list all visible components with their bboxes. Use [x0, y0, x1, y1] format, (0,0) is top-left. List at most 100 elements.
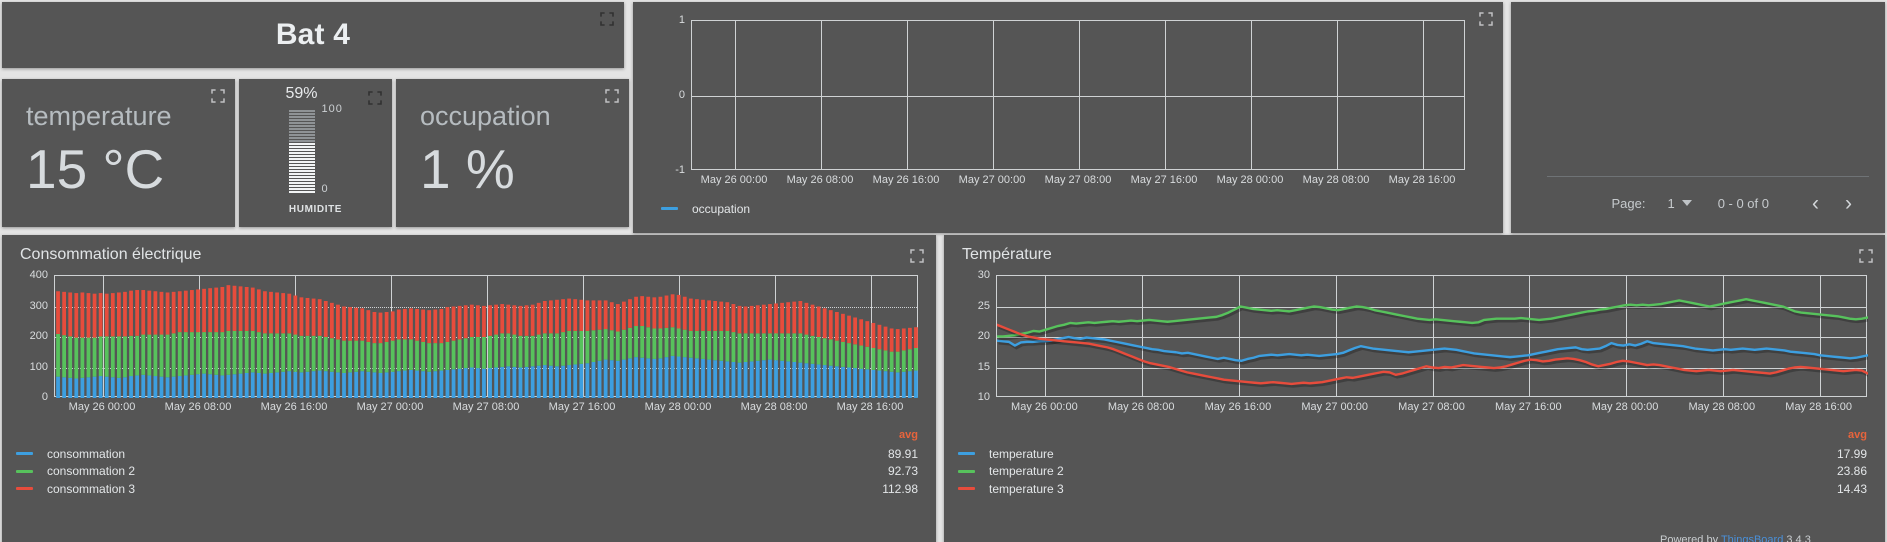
legend-color-swatch — [16, 452, 33, 456]
humidity-bar-segment — [288, 170, 315, 172]
humidity-bar-segment — [288, 167, 315, 169]
legend-color-swatch — [958, 452, 975, 456]
humidity-bar-segment — [288, 125, 315, 127]
legend-series-name: consommation 3 — [47, 481, 136, 496]
legend-color-swatch — [16, 487, 33, 491]
chart-xtick: May 27 16:00 — [1130, 174, 1198, 186]
prev-page-icon[interactable]: ‹ — [1799, 193, 1832, 214]
chart-xtick: May 27 16:00 — [1494, 401, 1562, 413]
legend-item[interactable]: temperature 17.99 — [958, 445, 1871, 463]
humidity-bar-segment — [288, 185, 315, 187]
legend-series-avg: 89.91 — [887, 446, 918, 461]
chart-temperature: 30 25 20 15 10 — [960, 269, 1869, 403]
chart-consommation-xaxis: May 26 00:00 May 26 08:00 May 26 16:00 May … — [54, 401, 918, 415]
legend-item[interactable]: consommation 2 92.73 — [16, 463, 922, 481]
chart-yaxis: 1 0 -1 — [655, 14, 691, 176]
legend-item[interactable]: occupation — [661, 200, 1483, 218]
chart-occupation-xaxis: May 26 00:00 May 26 08:00 May 26 16:00 May … — [691, 174, 1465, 188]
humidity-bar-segment — [288, 134, 315, 136]
legend-color-swatch — [958, 487, 975, 491]
panel-title-bat4: Bat 4 — [2, 2, 624, 68]
humidity-bar-segment — [288, 179, 315, 181]
expand-icon[interactable] — [1479, 12, 1493, 26]
panel-occupation-timeseries: 1 0 -1 May 26 00:00 May 26 08:00 May 26 16:0… — [633, 2, 1503, 233]
chart-xtick: May 27 08:00 — [1044, 174, 1112, 186]
humidity-bar-segment — [288, 119, 315, 121]
chart-xtick: May 28 00:00 — [1216, 174, 1284, 186]
chart-ytick: 1 — [678, 14, 685, 26]
chart-ytick: 15 — [977, 360, 990, 373]
chart-xtick: May 28 16:00 — [1785, 401, 1852, 413]
humidity-bar-gauge — [288, 107, 315, 193]
humidity-bar-segment — [288, 128, 315, 130]
expand-icon[interactable] — [368, 91, 382, 105]
divider — [1547, 176, 1869, 177]
chart-xtick: May 27 00:00 — [356, 401, 424, 413]
humidity-bar-segment — [288, 164, 315, 166]
legend-series-name: temperature 3 — [989, 481, 1064, 496]
chart-ytick: 0 — [678, 89, 685, 101]
expand-icon[interactable] — [211, 89, 225, 103]
chart-plot-area — [692, 21, 1466, 171]
legend-series-avg: 23.86 — [1836, 464, 1867, 479]
expand-icon[interactable] — [600, 12, 614, 26]
chart-ytick: 0 — [41, 391, 48, 403]
chart-xtick: May 28 00:00 — [644, 401, 712, 413]
chart-xtick: May 28 16:00 — [836, 401, 904, 413]
legend-series-avg: 17.99 — [1836, 446, 1867, 461]
legend-stat-header: avg — [1848, 429, 1867, 441]
humidity-percent-label: 59% — [285, 85, 318, 102]
chart-xtick: May 27 08:00 — [1398, 401, 1465, 413]
legend-stat-header: avg — [899, 429, 918, 441]
humidity-bar-segment — [288, 113, 315, 115]
expand-icon[interactable] — [1859, 249, 1873, 263]
chart-occupation-legend: occupation — [661, 200, 1483, 218]
humidity-bar-segment — [288, 173, 315, 175]
chart-xtick: May 28 00:00 — [1591, 401, 1659, 413]
expand-icon[interactable] — [605, 89, 619, 103]
page-select-value: 1 — [1667, 195, 1675, 211]
chart-consommation-legend: avg consommation 89.91 consommation 2 92.73 c… — [16, 429, 922, 498]
chart-xtick: May 28 08:00 — [740, 401, 808, 413]
chart-xtick: May 28 16:00 — [1388, 174, 1456, 186]
page-title: Bat 4 — [275, 18, 351, 51]
legend-series-avg: 14.43 — [1836, 481, 1867, 496]
chart-temperature-legend: avg temperature 17.99 temperature 2 23.86 tem… — [958, 429, 1871, 498]
powered-by-note: Powered by ThingsBoard 3.4.3 — [1660, 534, 1811, 542]
humidity-bar-segment — [288, 116, 315, 118]
legend-item[interactable]: temperature 2 23.86 — [958, 463, 1871, 481]
chart-xtick: May 26 00:00 — [700, 174, 768, 186]
humidity-bar-segment — [288, 182, 315, 184]
chart-ytick: 25 — [977, 299, 990, 312]
chart-ytick: 30 — [977, 269, 990, 281]
thingsboard-link[interactable]: ThingsBoard — [1721, 534, 1783, 542]
chart-gridlines — [691, 20, 1465, 170]
panel-title: Consommation électrique — [20, 246, 202, 263]
panel-humidity-gauge: 59% 100 0 HUMIDITE — [239, 79, 392, 227]
legend-item[interactable]: consommation 3 112.98 — [16, 480, 922, 498]
legend-series-avg: 92.73 — [887, 464, 918, 479]
pagination-label: Page: — [1611, 195, 1646, 211]
chart-xtick: May 26 08:00 — [786, 174, 854, 186]
stat-label-occupation: occupation — [420, 101, 551, 131]
chart-xtick: May 28 08:00 — [1302, 174, 1370, 186]
expand-icon[interactable] — [910, 249, 924, 263]
chart-plot-area — [56, 285, 918, 398]
legend-item[interactable]: temperature 3 14.43 — [958, 480, 1871, 498]
humidity-bar-segment — [288, 131, 315, 133]
humidity-scale-max: 100 — [321, 103, 343, 115]
legend-series-name: consommation — [47, 446, 126, 461]
chart-ytick: 100 — [29, 360, 48, 373]
chart-xtick: May 26 00:00 — [1011, 401, 1078, 413]
chart-ytick: 300 — [29, 299, 48, 312]
humidity-title: HUMIDITE — [288, 204, 343, 215]
chart-plot-area — [997, 297, 1868, 388]
humidity-bar-segment — [288, 161, 315, 163]
next-page-icon[interactable]: › — [1832, 193, 1865, 214]
panel-pagination: Page: 1 0 - 0 of 0 ‹ › — [1511, 2, 1885, 233]
page-select[interactable]: 1 — [1667, 195, 1692, 211]
chart-ytick: 10 — [977, 391, 990, 403]
legend-item[interactable]: consommation 89.91 — [16, 445, 922, 463]
chart-xtick: May 26 08:00 — [164, 401, 232, 413]
chart-ytick: 400 — [29, 269, 48, 281]
